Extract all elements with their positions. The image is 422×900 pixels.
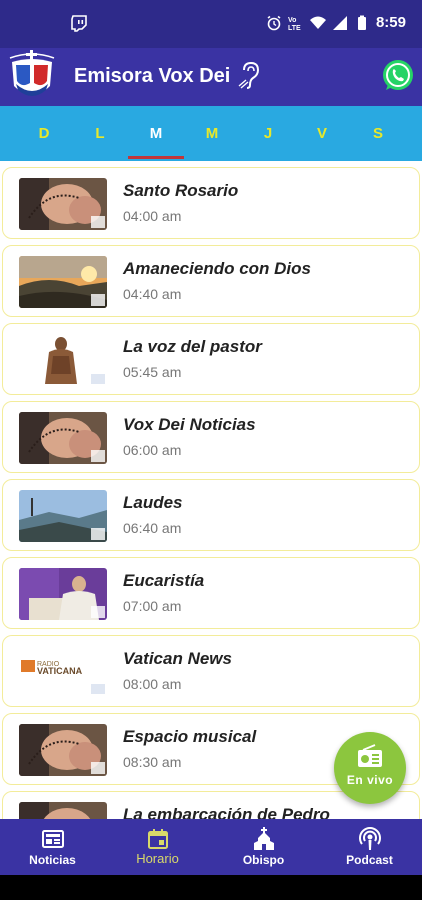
program-time: 06:00 am	[123, 442, 182, 458]
program-name: Amaneciendo con Dios	[123, 259, 311, 278]
svg-text:LTE: LTE	[288, 25, 301, 31]
program-time: 07:00 am	[123, 598, 182, 614]
schedule-item[interactable]: Laudes 06:40 am	[2, 479, 420, 551]
schedule-list[interactable]: Santo Rosario 04:00 am Amaneciendo con D…	[0, 161, 422, 819]
program-time: 05:45 am	[123, 364, 182, 380]
nav-podcast[interactable]: Podcast	[317, 819, 422, 875]
church-icon	[254, 827, 274, 850]
newspaper-icon	[42, 830, 64, 848]
program-thumbnail	[19, 490, 107, 542]
program-name: Vox Dei Noticias	[123, 415, 256, 434]
program-thumbnail	[19, 178, 107, 230]
schedule-item[interactable]: La voz del pastor 05:45 am	[2, 323, 420, 395]
nav-obispo[interactable]: Obispo	[211, 819, 316, 875]
program-name: Eucaristía	[123, 571, 205, 590]
wifi-icon	[309, 16, 326, 29]
tab-day-viernes[interactable]: V	[294, 106, 350, 161]
live-radio-label: En vivo	[346, 773, 394, 787]
live-radio-button[interactable]: En vivo	[334, 732, 406, 804]
program-name: La voz del pastor	[123, 337, 262, 356]
schedule-item[interactable]: Vox Dei Noticias 06:00 am	[2, 401, 420, 473]
twitch-notification-icon	[71, 15, 87, 32]
alarm-icon	[267, 15, 281, 30]
tab-day-domingo[interactable]: D	[16, 106, 72, 161]
tab-day-lunes[interactable]: L	[72, 106, 128, 161]
status-time: 8:59	[375, 14, 406, 31]
program-thumbnail	[19, 802, 107, 819]
nav-podcast-label: Podcast	[346, 853, 393, 867]
whatsapp-button[interactable]	[380, 58, 416, 94]
program-thumbnail: RADIO VATICANA	[19, 646, 107, 698]
program-name: Santo Rosario	[123, 181, 239, 200]
program-name: Laudes	[123, 493, 183, 512]
signal-icon	[332, 15, 347, 30]
program-time: 04:00 am	[123, 208, 182, 224]
svg-text:Vo: Vo	[288, 17, 296, 24]
tab-day-miercoles[interactable]: M	[184, 106, 240, 161]
app-title: Emisora Vox Dei	[74, 65, 231, 87]
tab-indicator	[128, 156, 184, 159]
diocese-logo	[9, 50, 55, 96]
battery-icon	[357, 15, 366, 30]
nav-obispo-label: Obispo	[242, 853, 285, 867]
bottom-navigation: Noticias Horario Obispo Podcast	[0, 819, 422, 875]
tab-day-martes[interactable]: M	[128, 106, 184, 161]
program-name: La embarcación de Pedro	[123, 805, 330, 819]
app-bar: Emisora Vox Dei	[0, 48, 422, 106]
schedule-item[interactable]: Santo Rosario 04:00 am	[2, 167, 420, 239]
nav-horario-label: Horario	[136, 851, 179, 866]
status-bar: Vo LTE 8:59	[0, 0, 422, 48]
program-thumbnail	[19, 256, 107, 308]
program-thumbnail	[19, 724, 107, 776]
system-gesture-bar	[0, 875, 422, 900]
nav-noticias[interactable]: Noticias	[0, 819, 105, 875]
nav-noticias-label: Noticias	[29, 853, 76, 867]
program-thumbnail	[19, 568, 107, 620]
program-time: 04:40 am	[123, 286, 182, 302]
radio-icon	[358, 744, 382, 767]
vatican-logo-line2: VATICANA	[37, 666, 83, 676]
calendar-icon	[148, 829, 168, 849]
program-time: 08:00 am	[123, 676, 182, 692]
program-thumbnail	[19, 334, 107, 386]
program-name: Vatican News	[123, 649, 232, 668]
schedule-item[interactable]: RADIO VATICANA Vatican News 08:00 am	[2, 635, 420, 707]
tab-day-sabado[interactable]: S	[350, 106, 406, 161]
program-thumbnail	[19, 412, 107, 464]
program-time: 08:30 am	[123, 754, 182, 770]
schedule-item[interactable]: Eucaristía 07:00 am	[2, 557, 420, 629]
day-tabs: D L M M J V S	[0, 106, 422, 161]
volte-icon: VoLTE	[288, 17, 301, 31]
program-time: 06:40 am	[123, 520, 182, 536]
schedule-item[interactable]: Amaneciendo con Dios 04:40 am	[2, 245, 420, 317]
hearing-icon	[238, 61, 260, 89]
program-name: Espacio musical	[123, 727, 257, 746]
tab-day-jueves[interactable]: J	[240, 106, 296, 161]
podcast-icon	[359, 827, 381, 850]
nav-horario[interactable]: Horario	[105, 819, 210, 875]
